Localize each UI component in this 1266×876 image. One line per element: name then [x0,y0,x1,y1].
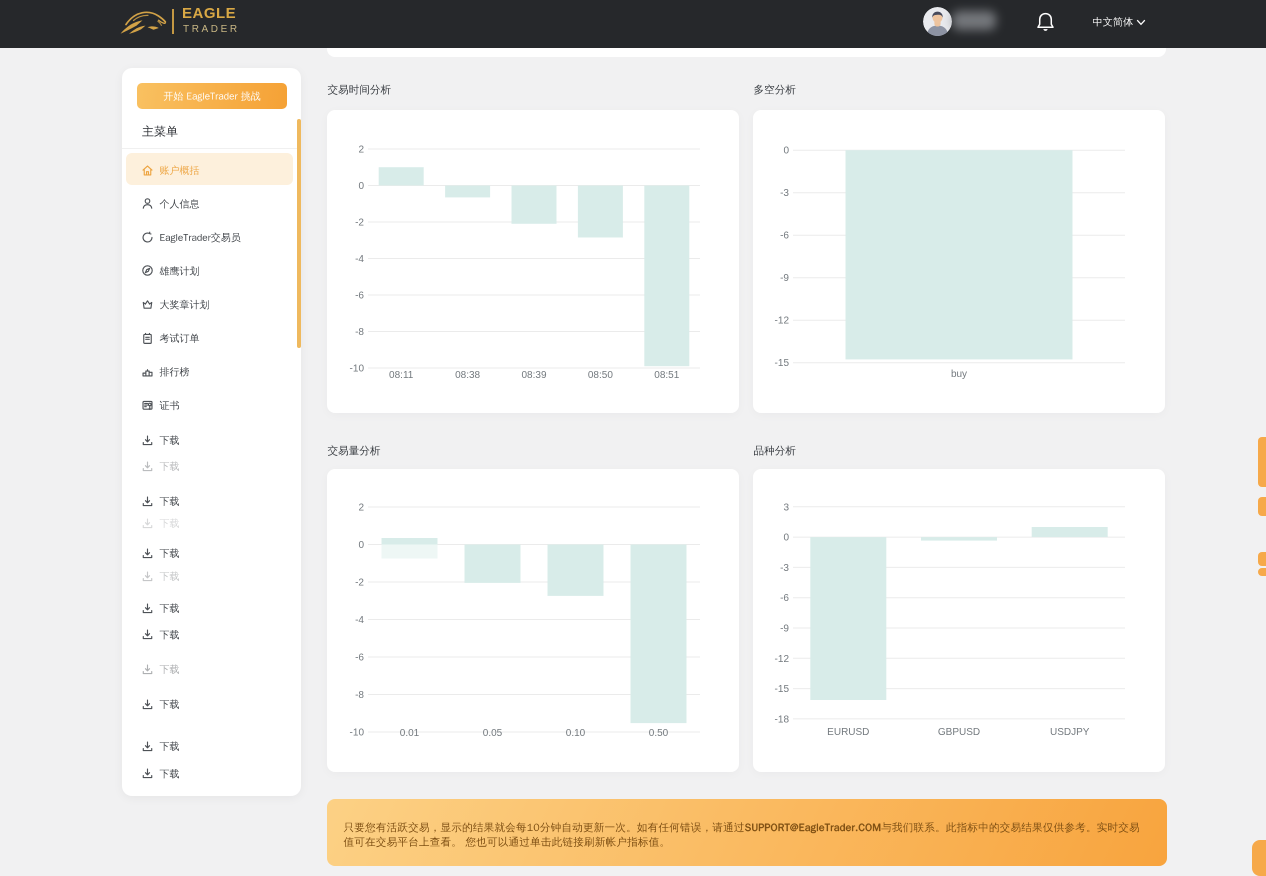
svg-text:2: 2 [358,503,364,514]
svg-text:3: 3 [783,502,789,513]
svg-text:-3: -3 [780,188,789,199]
svg-text:-6: -6 [780,231,789,242]
svg-text:0: 0 [783,533,789,544]
svg-text:0: 0 [783,146,789,157]
svg-text:-10: -10 [350,364,365,375]
svg-text:0: 0 [358,181,364,192]
svg-text:08:39: 08:39 [521,370,546,381]
svg-text:buy: buy [951,369,967,380]
svg-text:-6: -6 [780,593,789,604]
svg-text:-9: -9 [780,624,789,635]
svg-text:0.05: 0.05 [483,728,503,739]
svg-text:08:51: 08:51 [654,370,679,381]
svg-text:EURUSD: EURUSD [827,727,869,738]
svg-text:0.50: 0.50 [649,728,669,739]
svg-text:0: 0 [358,540,364,551]
svg-text:-12: -12 [775,654,790,665]
svg-text:GBPUSD: GBPUSD [938,727,980,738]
svg-text:USDJPY: USDJPY [1050,727,1090,738]
svg-text:-15: -15 [775,358,790,369]
svg-text:08:50: 08:50 [588,370,613,381]
svg-text:-3: -3 [780,563,789,574]
svg-text:-15: -15 [775,684,790,695]
svg-text:-8: -8 [355,690,364,701]
svg-text:08:11: 08:11 [389,370,414,381]
svg-text:-6: -6 [355,291,364,302]
svg-text:-4: -4 [355,615,364,626]
svg-text:08:38: 08:38 [455,370,480,381]
svg-text:0.10: 0.10 [566,728,586,739]
svg-text:-12: -12 [775,316,790,327]
svg-text:-10: -10 [350,728,365,739]
svg-text:-2: -2 [355,578,364,589]
svg-text:-9: -9 [780,273,789,284]
svg-text:-6: -6 [355,653,364,664]
svg-text:-4: -4 [355,254,364,265]
svg-text:-18: -18 [775,714,790,725]
svg-text:2: 2 [358,145,364,156]
svg-text:0.01: 0.01 [400,728,420,739]
svg-text:-8: -8 [355,327,364,338]
svg-text:-2: -2 [355,218,364,229]
